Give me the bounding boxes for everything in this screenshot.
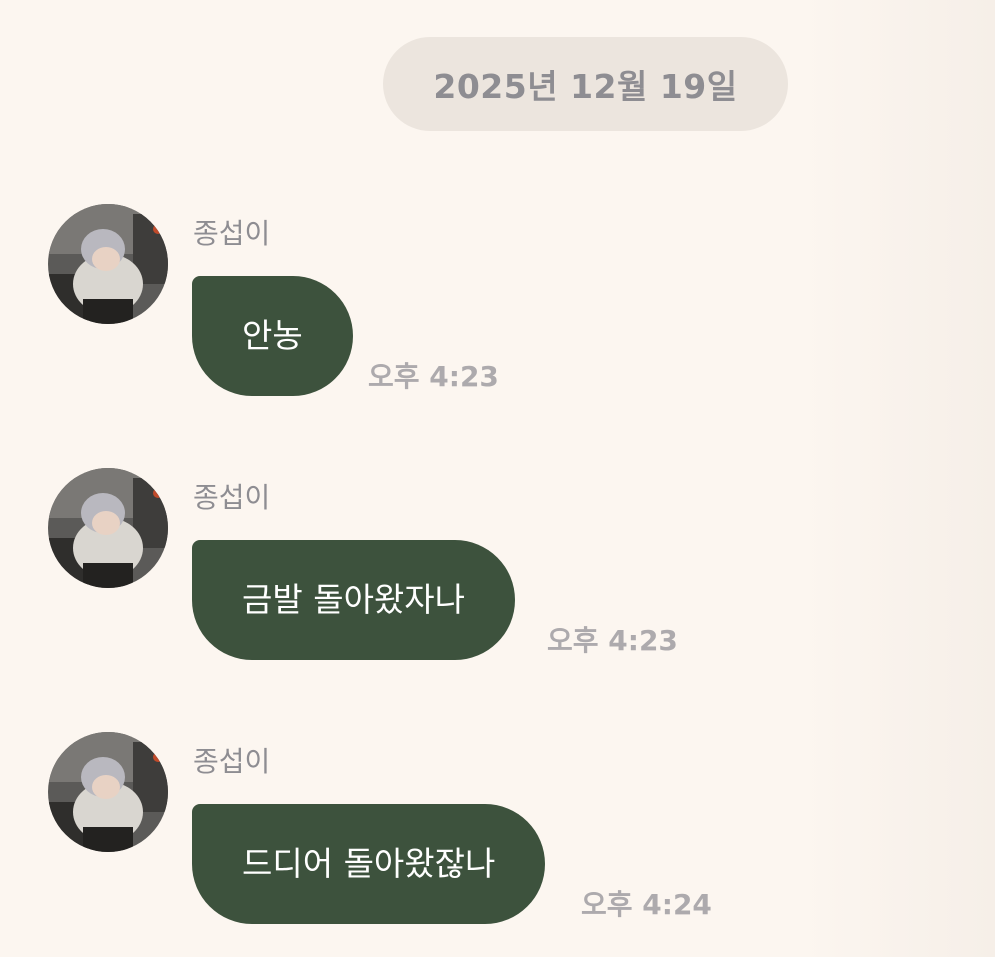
message-text: 드디어 돌아왔잖나 [242, 844, 496, 883]
date-divider: 2025년 12월 19일 [383, 37, 788, 131]
message-row: 종섭이 안농 오후 4:23 [0, 204, 995, 404]
profile-photo-icon [48, 732, 168, 852]
message-time: 오후 4:24 [581, 888, 712, 921]
message-bubble[interactable]: 드디어 돌아왔잖나 [192, 804, 546, 924]
message-row: 종섭이 금발 돌아왔자나 오후 4:23 [0, 468, 995, 668]
message-bubble[interactable]: 금발 돌아왔자나 [192, 540, 516, 660]
sender-name: 종섭이 [193, 217, 271, 250]
avatar[interactable] [48, 204, 168, 324]
sender-name: 종섭이 [193, 481, 271, 514]
sender-name: 종섭이 [193, 745, 271, 778]
message-text: 금발 돌아왔자나 [242, 580, 466, 619]
message-time: 오후 4:23 [368, 360, 499, 393]
message-time: 오후 4:23 [547, 624, 678, 657]
message-text: 안농 [242, 316, 303, 355]
date-divider-label: 2025년 12월 19일 [433, 67, 738, 106]
message-bubble[interactable]: 안농 [192, 276, 353, 396]
profile-photo-icon [48, 204, 168, 324]
avatar[interactable] [48, 732, 168, 852]
avatar[interactable] [48, 468, 168, 588]
message-row: 종섭이 드디어 돌아왔잖나 오후 4:24 [0, 732, 995, 932]
profile-photo-icon [48, 468, 168, 588]
